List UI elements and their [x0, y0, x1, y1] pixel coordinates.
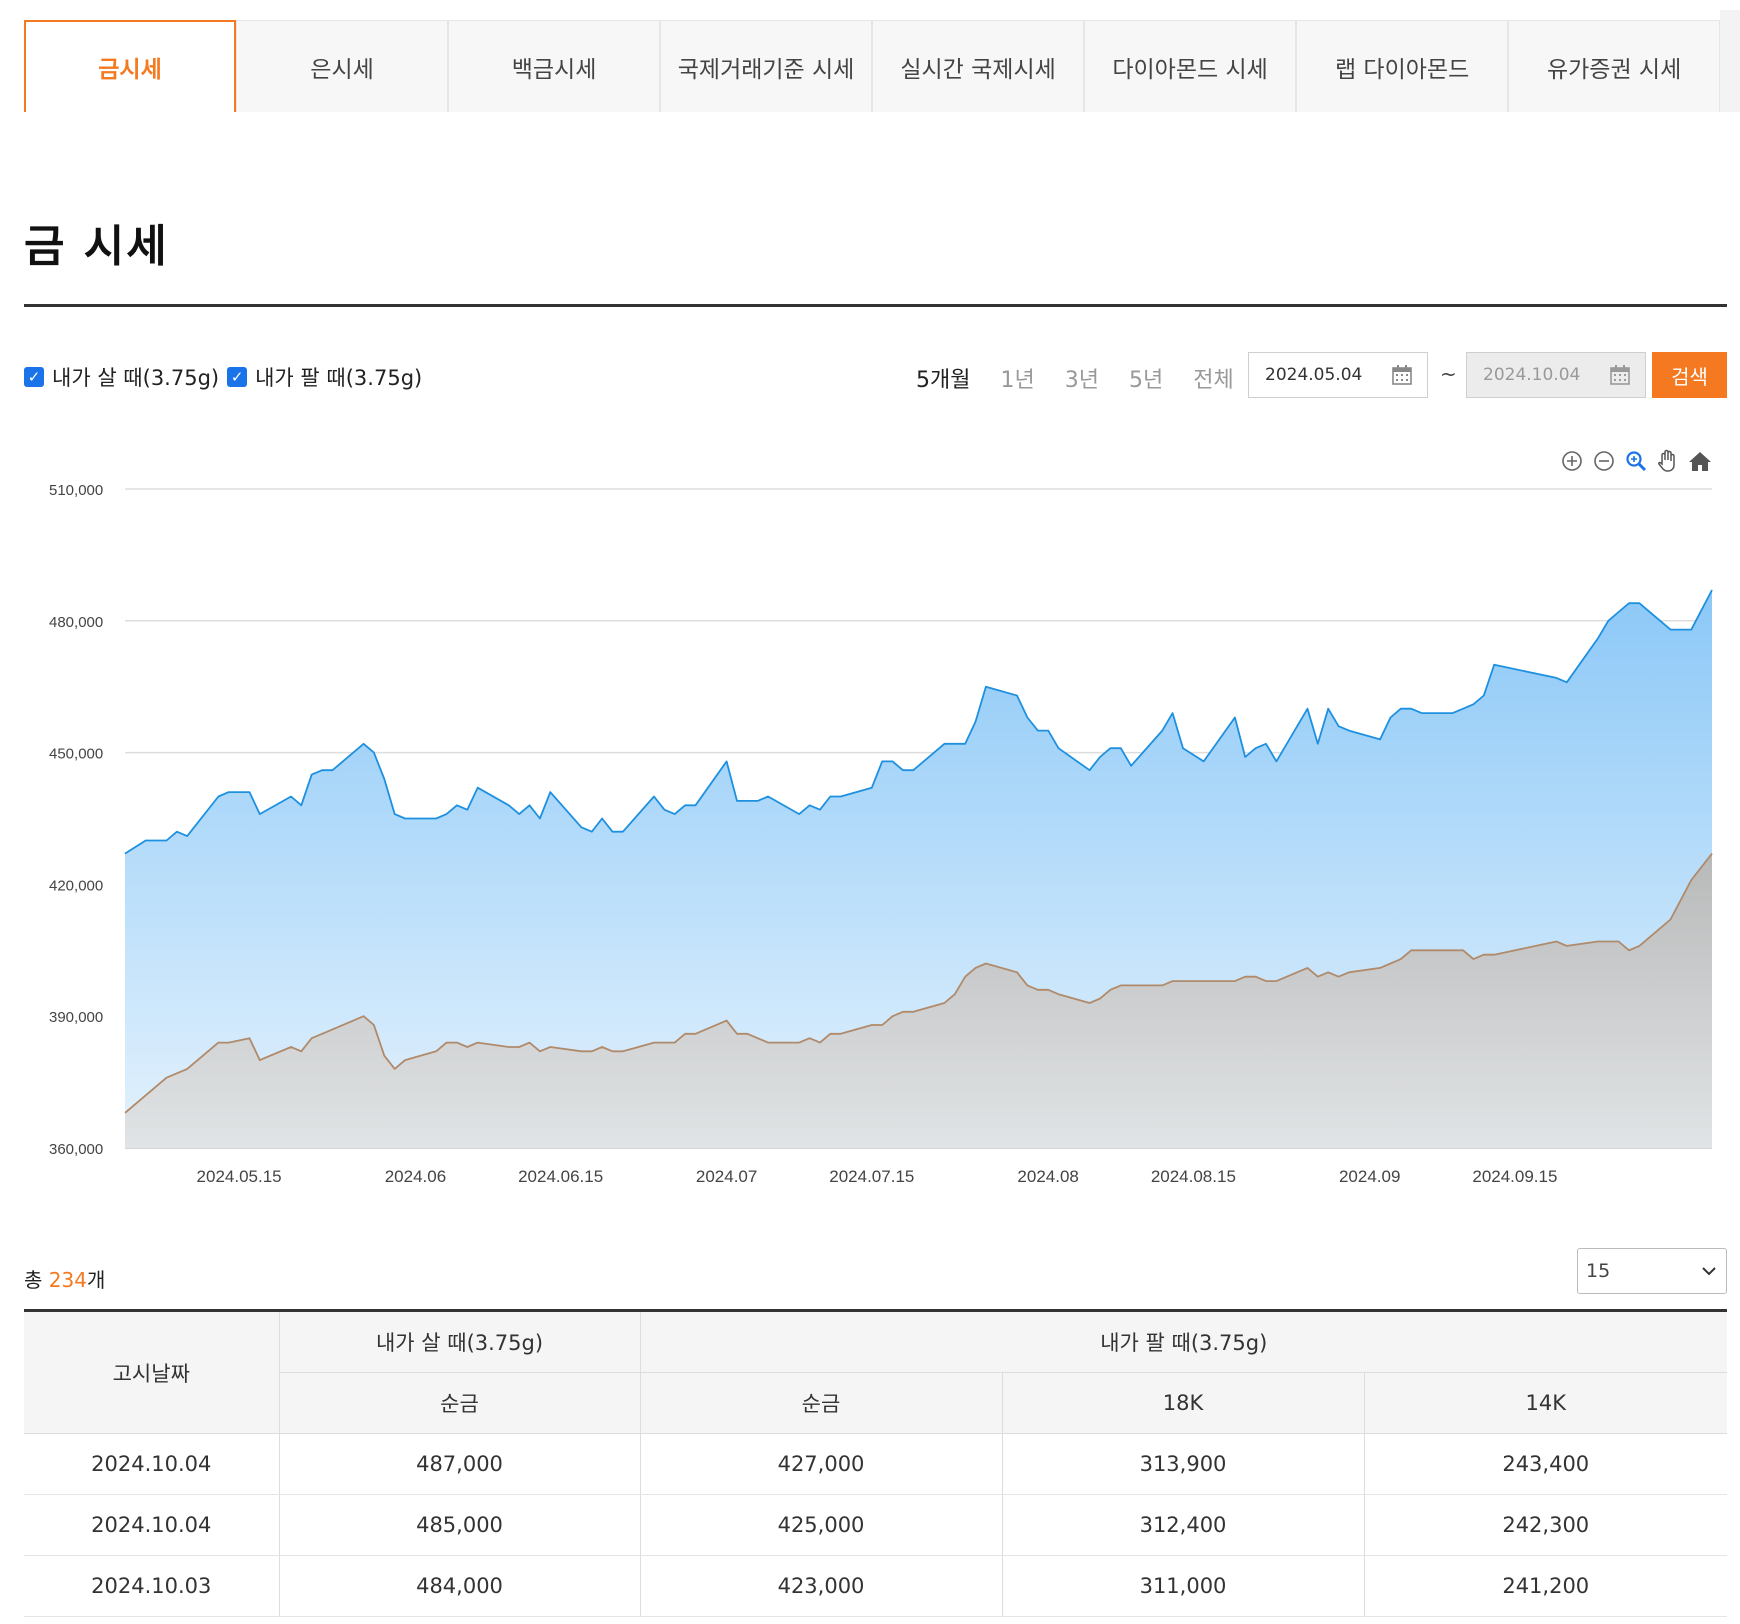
date-range-separator: ~ [1440, 362, 1457, 386]
row-date: 2024.10.03 [24, 1555, 280, 1617]
tab-gold[interactable]: 금시세 [24, 20, 237, 112]
table-row: 2024.10.04 487,000 427,000 313,900 243,4… [24, 1433, 1727, 1495]
sell-18k-header: 18K [1002, 1372, 1365, 1434]
row-sell-18k: 311,000 [1002, 1555, 1365, 1617]
page-size-value: 15 [1586, 1260, 1611, 1282]
buy-series-toggle[interactable]: ✓ 내가 살 때(3.75g) [24, 362, 219, 392]
row-date: 2024.10.04 [24, 1494, 280, 1556]
period-5-months[interactable]: 5개월 [916, 362, 970, 394]
count-prefix: 총 [24, 1268, 49, 1292]
x-tick-label: 2024.05.15 [197, 1167, 282, 1186]
buy-series-label: 내가 살 때(3.75g) [52, 366, 220, 390]
x-tick-label: 2024.08.15 [1151, 1167, 1236, 1186]
date-column-header: 고시날짜 [24, 1309, 280, 1434]
row-sell-14k: 242,300 [1364, 1494, 1727, 1556]
period-selector: 5개월 1년 3년 5년 전체 [916, 362, 1264, 394]
y-tick-label: 510,000 [49, 482, 103, 499]
price-chart: 510,000 480,000 450,000 420,000 390,000 360,0… [0, 430, 1740, 1200]
row-sell-14k: 243,400 [1364, 1433, 1727, 1495]
tab-realtime-international[interactable]: 실시간 국제시세 [872, 20, 1085, 112]
row-sell-pure: 423,000 [640, 1555, 1003, 1617]
tab-international-standard[interactable]: 국제거래기준 시세 [660, 20, 873, 112]
chevron-down-icon [1702, 1267, 1716, 1276]
metal-tabs: 금시세 은시세 백금시세 국제거래기준 시세 실시간 국제시세 다이아몬드 시세… [24, 10, 1740, 112]
row-sell-pure: 425,000 [640, 1494, 1003, 1556]
row-buy-pure: 485,000 [279, 1494, 641, 1556]
period-5-years[interactable]: 5년 [1129, 362, 1163, 394]
checkbox-checked-icon[interactable]: ✓ [227, 367, 248, 387]
chart-series [124, 589, 1713, 1148]
period-all[interactable]: 전체 [1193, 362, 1233, 394]
tab-lab-diamond[interactable]: 랩 다이아몬드 [1296, 20, 1509, 112]
sell-series-label: 내가 팔 때(3.75g) [255, 366, 423, 390]
row-sell-18k: 313,900 [1002, 1433, 1365, 1495]
x-tick-label: 2024.07.15 [829, 1167, 914, 1186]
price-area-chart[interactable]: 510,000 480,000 450,000 420,000 390,000 360,0… [0, 430, 1740, 1200]
y-tick-label: 390,000 [49, 1009, 103, 1026]
buy-column-header: 내가 살 때(3.75g) [279, 1309, 641, 1373]
row-sell-14k: 241,200 [1364, 1555, 1727, 1617]
start-date-value: 2024.05.04 [1265, 365, 1363, 385]
tab-silver[interactable]: 은시세 [236, 20, 449, 112]
tab-scroll-edge[interactable] [1720, 10, 1740, 112]
buy-pure-gold-header: 순금 [279, 1372, 641, 1434]
tab-platinum[interactable]: 백금시세 [448, 20, 661, 112]
row-sell-18k: 312,400 [1002, 1494, 1365, 1556]
period-3-years[interactable]: 3년 [1065, 362, 1099, 394]
title-divider [24, 304, 1727, 307]
row-sell-pure: 427,000 [640, 1433, 1003, 1495]
table-row: 2024.10.04 485,000 425,000 312,400 242,3… [24, 1494, 1727, 1556]
chart-x-axis: 2024.05.15 2024.06 2024.06.15 2024.07 2024.0… [197, 1167, 1558, 1186]
period-1-year[interactable]: 1년 [1000, 362, 1034, 394]
y-tick-label: 480,000 [49, 614, 103, 631]
sell-pure-gold-header: 순금 [640, 1372, 1003, 1434]
x-tick-label: 2024.08 [1017, 1167, 1078, 1186]
start-date-input[interactable]: 2024.05.04 [1248, 352, 1428, 398]
end-date-input: 2024.10.04 [1466, 352, 1646, 398]
page-size-select[interactable]: 15 [1577, 1248, 1727, 1294]
sell-series-toggle[interactable]: ✓ 내가 팔 때(3.75g) [227, 362, 422, 392]
end-date-value: 2024.10.04 [1483, 365, 1581, 385]
sell-14k-header: 14K [1364, 1372, 1727, 1434]
series-toggles: ✓ 내가 살 때(3.75g) ✓ 내가 팔 때(3.75g) [24, 362, 430, 392]
tab-diamond[interactable]: 다이아몬드 시세 [1084, 20, 1297, 112]
chart-y-axis: 510,000 480,000 450,000 420,000 390,000 360,0… [49, 482, 103, 1158]
row-date: 2024.10.04 [24, 1433, 280, 1495]
search-button[interactable]: 검색 [1652, 352, 1727, 398]
x-tick-label: 2024.09 [1339, 1167, 1400, 1186]
x-tick-label: 2024.06.15 [518, 1167, 603, 1186]
tab-securities[interactable]: 유가증권 시세 [1508, 20, 1721, 112]
row-buy-pure: 484,000 [279, 1555, 641, 1617]
x-tick-label: 2024.06 [385, 1167, 446, 1186]
price-table: 고시날짜 내가 살 때(3.75g) 내가 팔 때(3.75g) 순금 순금 1… [24, 1309, 1727, 1617]
table-row: 2024.10.03 484,000 423,000 311,000 241,2… [24, 1555, 1727, 1617]
count-suffix: 개 [86, 1268, 106, 1292]
checkbox-checked-icon[interactable]: ✓ [24, 367, 44, 387]
x-tick-label: 2024.09.15 [1472, 1167, 1557, 1186]
x-tick-label: 2024.07 [696, 1167, 757, 1186]
sell-column-header: 내가 팔 때(3.75g) [640, 1309, 1727, 1373]
calendar-icon[interactable] [1391, 364, 1413, 386]
count-number: 234 [48, 1268, 87, 1292]
y-tick-label: 360,000 [49, 1141, 103, 1158]
calendar-icon [1610, 365, 1630, 385]
y-tick-label: 420,000 [49, 877, 103, 894]
row-buy-pure: 487,000 [279, 1433, 641, 1495]
page-title: 금 시세 [24, 221, 169, 272]
y-tick-label: 450,000 [49, 746, 103, 763]
total-count: 총 234개 [24, 1264, 105, 1293]
